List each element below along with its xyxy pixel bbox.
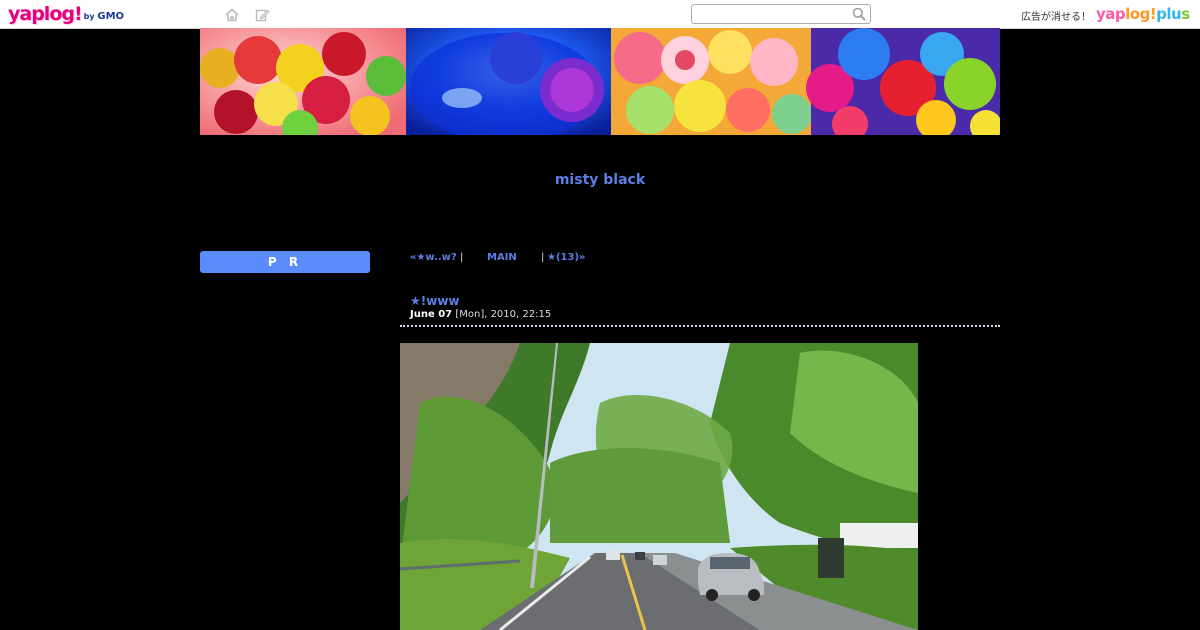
candy-banner-image <box>200 28 1000 135</box>
logo-text: yaplog! <box>8 3 83 25</box>
top-bar: yaplog! by GMO 広告が消せる！ yaplog!plus <box>0 0 1200 29</box>
search-icon[interactable] <box>852 7 866 21</box>
entry-date: June 07 [Mon], 2010, 22:15 <box>410 309 551 320</box>
entry-date-day: June 07 <box>410 309 453 320</box>
entry-title[interactable]: ★!www <box>410 294 460 308</box>
entry-date-detail: [Mon], 2010, 22:15 <box>455 309 552 320</box>
yaplog-plus-logo[interactable]: yaplog!plus <box>1096 5 1190 23</box>
home-icon[interactable] <box>224 7 240 23</box>
top-icons <box>224 7 270 23</box>
header-banner <box>200 28 1000 135</box>
nav-separator: | <box>541 252 545 263</box>
entry-divider <box>400 325 1000 327</box>
entry-photo[interactable] <box>400 343 918 630</box>
edit-icon[interactable] <box>254 7 270 23</box>
search-box[interactable] <box>691 4 871 24</box>
pr-label: P R <box>200 251 370 273</box>
next-entry-link[interactable]: ★(13)» <box>547 252 585 263</box>
yaplog-logo[interactable]: yaplog! by GMO <box>8 3 124 25</box>
tree-lined-road-image <box>400 343 918 630</box>
logo-by-text: by GMO <box>83 11 125 22</box>
search-input[interactable] <box>696 6 846 20</box>
main-link[interactable]: MAIN <box>487 252 517 263</box>
blog-title[interactable]: misty black <box>200 172 1000 188</box>
nav-separator: | <box>460 252 464 263</box>
prev-entry-link[interactable]: «★w..w? <box>410 252 457 263</box>
remove-ads-text[interactable]: 広告が消せる！ <box>1021 8 1091 23</box>
